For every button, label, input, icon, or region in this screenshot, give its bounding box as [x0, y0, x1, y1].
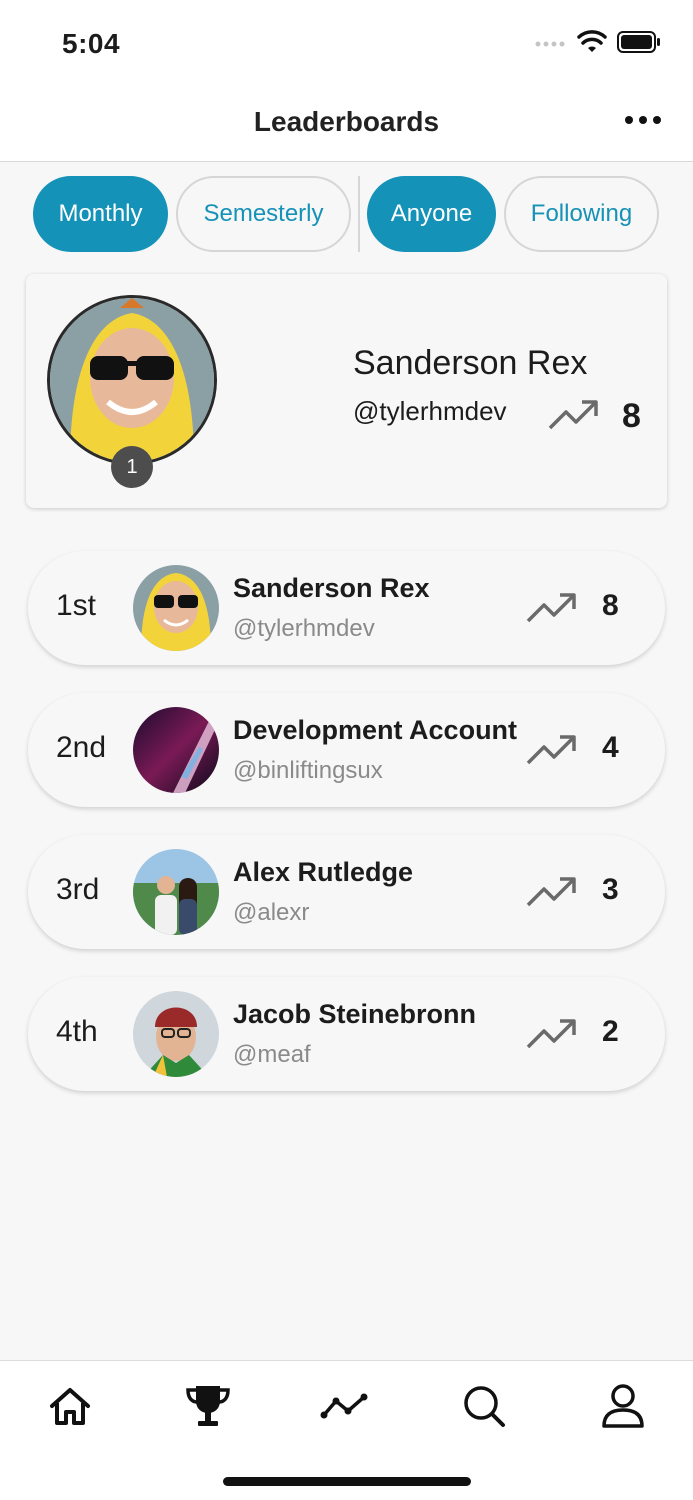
status-icons — [535, 30, 661, 54]
more-horizontal-icon[interactable] — [625, 116, 661, 126]
tab-bar — [0, 1360, 693, 1500]
filter-semesterly[interactable]: Semesterly — [176, 176, 351, 252]
row-score: 4 — [602, 731, 619, 764]
featured-leader-card[interactable]: 1 Sanderson Rex @tylerhmdev 8 — [26, 274, 667, 508]
trending-up-icon — [526, 1019, 576, 1049]
row-score: 2 — [602, 1015, 619, 1048]
row-score: 3 — [602, 873, 619, 906]
leaderboard-row[interactable]: 2nd Development Account @binliftingsux 4 — [28, 693, 665, 807]
row-rank: 1st — [56, 589, 97, 622]
profile-icon — [602, 1384, 644, 1428]
activity-icon — [320, 1393, 368, 1419]
leaderboard-row[interactable]: 4th Jacob Steinebronn @meaf 2 — [28, 977, 665, 1091]
row-handle: @binliftingsux — [233, 757, 383, 784]
avatar — [133, 991, 219, 1077]
rank-badge: 1 — [111, 446, 153, 488]
row-name: Alex Rutledge — [233, 857, 414, 887]
status-bar: 5:04 — [0, 0, 693, 90]
tab-home[interactable] — [45, 1381, 95, 1431]
avatar — [133, 849, 219, 935]
leaderboard-row[interactable]: 3rd Alex Rutledge @alexr 3 — [28, 835, 665, 949]
search-icon — [464, 1386, 505, 1427]
row-rank: 4th — [56, 1015, 98, 1048]
filter-following[interactable]: Following — [504, 176, 659, 252]
featured-handle: @tylerhmdev — [353, 396, 507, 426]
battery-icon — [617, 31, 660, 53]
row-score: 8 — [602, 589, 619, 622]
row-handle: @meaf — [233, 1041, 311, 1068]
wifi-icon — [577, 30, 607, 52]
home-indicator — [223, 1477, 471, 1486]
tab-search[interactable] — [459, 1381, 509, 1431]
avatar — [47, 295, 217, 465]
trending-up-icon — [526, 593, 576, 623]
row-rank: 2nd — [56, 731, 107, 764]
trending-up-icon — [526, 735, 576, 765]
cellular-signal-icon — [535, 41, 565, 47]
tab-profile[interactable] — [598, 1381, 648, 1431]
filter-monthly[interactable]: Monthly — [33, 176, 168, 252]
row-handle: @alexr — [233, 899, 310, 926]
trending-up-icon — [548, 400, 598, 430]
avatar — [133, 565, 219, 651]
row-name: Development Account — [233, 715, 518, 745]
tab-activity[interactable] — [320, 1381, 370, 1431]
row-rank: 3rd — [56, 873, 100, 906]
filter-bar: Monthly Semesterly Anyone Following — [33, 176, 659, 252]
row-name: Sanderson Rex — [233, 573, 430, 603]
trophy-icon — [186, 1386, 230, 1426]
featured-score: 8 — [622, 397, 641, 435]
home-icon — [50, 1388, 90, 1425]
row-name: Jacob Steinebronn — [233, 999, 477, 1029]
filter-anyone[interactable]: Anyone — [367, 176, 496, 252]
status-time: 5:04 — [62, 28, 121, 59]
featured-name: Sanderson Rex — [353, 344, 588, 382]
header: Leaderboards — [0, 90, 693, 162]
trending-up-icon — [526, 877, 576, 907]
leaderboard-row[interactable]: 1st Sanderson Rex @tylerhmdev 8 — [28, 551, 665, 665]
avatar — [133, 707, 219, 793]
row-handle: @tylerhmdev — [233, 615, 375, 642]
filter-divider — [358, 176, 360, 252]
page-title: Leaderboards — [253, 106, 440, 137]
tab-leaderboards[interactable] — [183, 1381, 233, 1431]
